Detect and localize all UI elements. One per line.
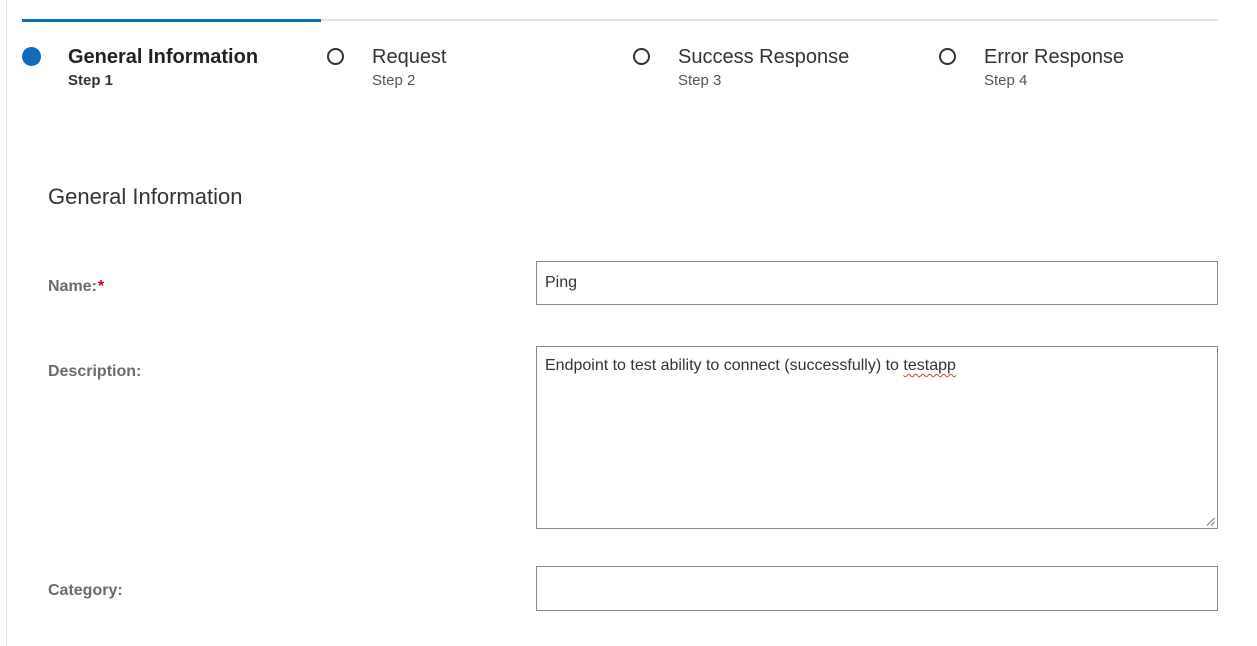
required-indicator: * <box>97 278 105 295</box>
category-label: Category: <box>48 582 123 599</box>
section-title: General Information <box>48 184 243 209</box>
name-input[interactable] <box>536 261 1218 305</box>
misspelled-word: testapp <box>903 357 956 374</box>
step-subtitle: Step 1 <box>68 72 114 89</box>
wizard-progress-fill <box>22 19 321 22</box>
name-label: Name:* <box>48 278 104 296</box>
step-subtitle: Step 3 <box>678 72 722 89</box>
wizard-step-request[interactable]: Request Step 2 <box>327 44 447 91</box>
wizard-step-success-response[interactable]: Success Response Step 3 <box>633 44 849 91</box>
step-circle-icon <box>633 48 650 65</box>
name-label-text: Name: <box>48 278 97 295</box>
wizard-step-general-information[interactable]: General Information Step 1 <box>22 44 258 91</box>
category-input[interactable] <box>536 566 1218 611</box>
step-subtitle: Step 2 <box>372 72 416 89</box>
description-textarea[interactable]: Endpoint to test ability to connect (suc… <box>536 346 1218 529</box>
left-border <box>6 0 7 646</box>
wizard-step-error-response[interactable]: Error Response Step 4 <box>939 44 1124 91</box>
step-title: Success Response <box>678 46 850 68</box>
step-title: Error Response <box>984 46 1125 68</box>
step-title: General Information <box>68 46 259 68</box>
step-circle-icon <box>327 48 344 65</box>
description-label: Description: <box>48 363 142 380</box>
step-active-circle-icon <box>22 47 41 66</box>
wizard-page: General Information Step 1 Request Step … <box>0 0 1257 646</box>
description-text: Endpoint to test ability to connect (suc… <box>545 357 904 374</box>
step-title: Request <box>372 46 447 68</box>
step-subtitle: Step 4 <box>984 72 1028 89</box>
resize-grip-icon[interactable] <box>1205 516 1215 526</box>
wizard-progress-track <box>22 19 1218 22</box>
step-circle-icon <box>939 48 956 65</box>
